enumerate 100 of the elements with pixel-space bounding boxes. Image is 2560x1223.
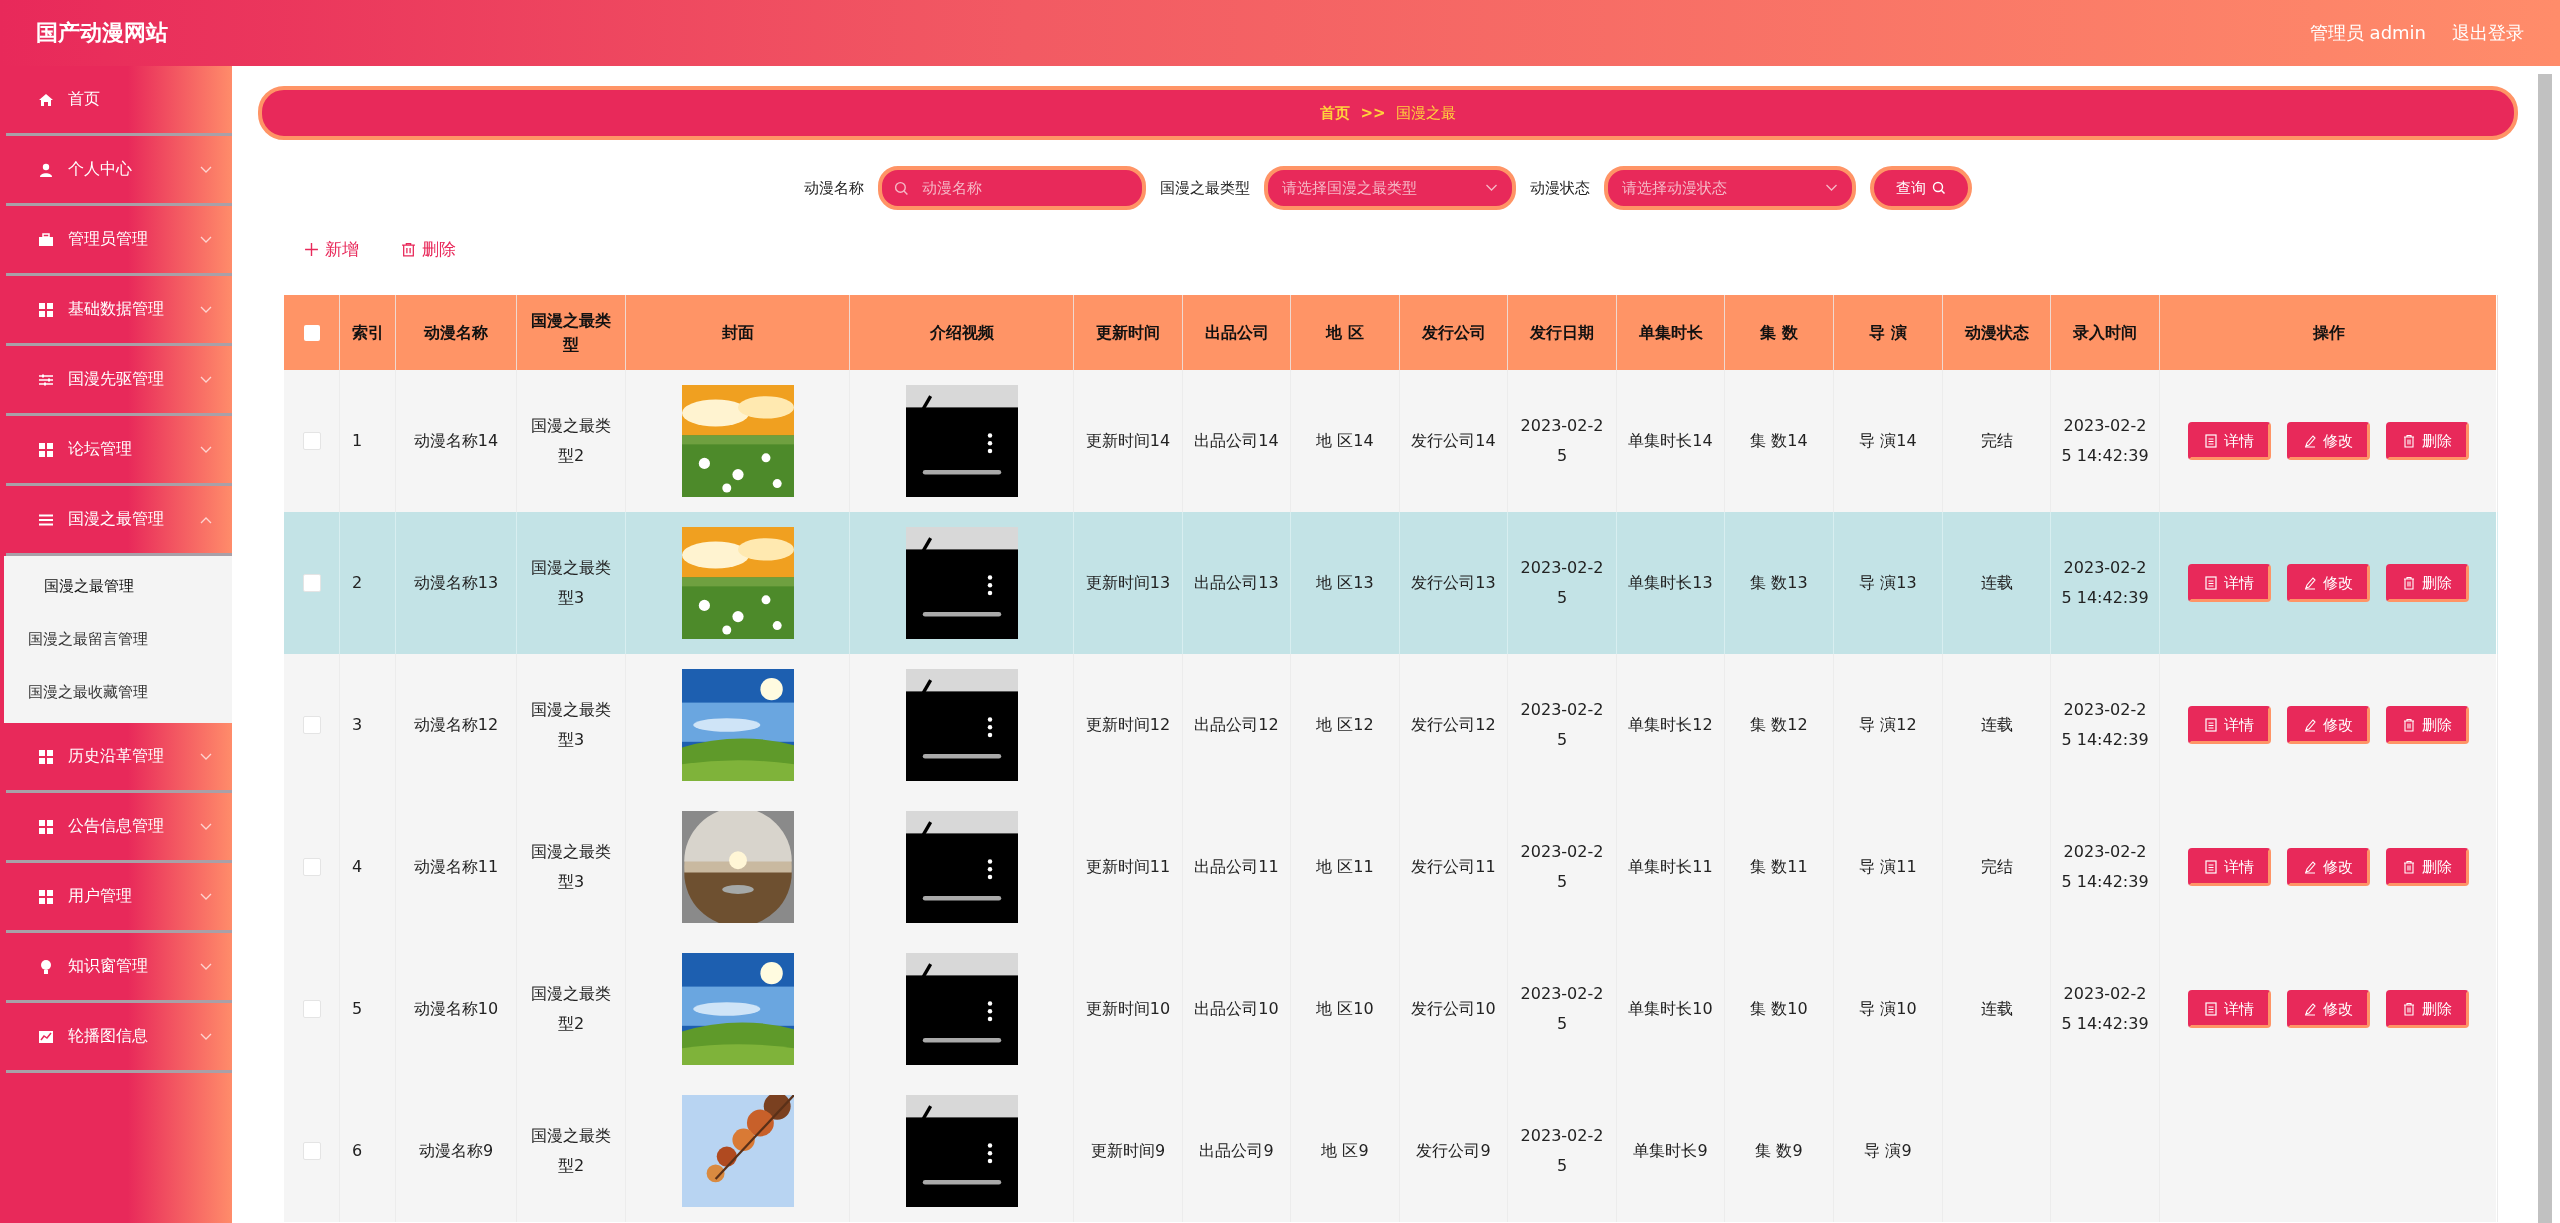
sidebar-item[interactable]: 论坛管理 bbox=[6, 416, 232, 486]
table-cell-text: 3 bbox=[352, 713, 363, 736]
add-button[interactable]: 新增 bbox=[298, 234, 365, 265]
breadcrumb-link[interactable]: 首页 bbox=[1320, 103, 1351, 123]
search-icon bbox=[1932, 181, 1946, 195]
document-icon bbox=[2205, 1002, 2217, 1016]
select-field[interactable]: 请选择国漫之最类型 bbox=[1264, 166, 1516, 210]
pencil-icon bbox=[2304, 718, 2316, 732]
field-label: 动漫名称 bbox=[804, 178, 864, 198]
table-cell-text: 国漫之最类型3 bbox=[530, 840, 612, 893]
submenu-item[interactable]: 国漫之最留言管理 bbox=[4, 613, 232, 666]
sidebar-item[interactable]: 轮播图信息 bbox=[6, 1003, 232, 1073]
table-cell-text: 动漫名称13 bbox=[413, 571, 499, 594]
table-cell-text: 集 数11 bbox=[1750, 855, 1808, 878]
table-cell-text: 2023-02-25 bbox=[1519, 698, 1605, 751]
table-cell-text: 2023-02-25 bbox=[1519, 1124, 1605, 1177]
detail-button[interactable]: 详情 bbox=[2188, 848, 2271, 886]
document-icon bbox=[2205, 860, 2217, 874]
row-checkbox[interactable] bbox=[302, 432, 321, 450]
edit-button[interactable]: 修改 bbox=[2287, 422, 2370, 460]
table-cell-text: 2023-02-25 bbox=[1519, 556, 1605, 609]
table-cell-text: 完结 bbox=[1980, 855, 2013, 878]
table-cell-text: 2023-02-25 bbox=[1519, 982, 1605, 1035]
table-cell-text: 出品公司12 bbox=[1194, 713, 1279, 736]
chevron-icon bbox=[200, 165, 212, 174]
search-field[interactable]: 动漫名称 bbox=[878, 166, 1146, 210]
table-row[interactable]: 5 动漫名称10 国漫之最类型2 更新时间10 出品公司10 地 区10 发行公司10 2023-02-25 单集时长10 集 数10 导 演10 连载 2023-02-25 14:42:39 详情 修改 删除 bbox=[284, 938, 2496, 1080]
sidebar-item[interactable]: 首页 bbox=[6, 66, 232, 136]
select-field[interactable]: 请选择动漫状态 bbox=[1604, 166, 1856, 210]
column-header: 动漫状态 bbox=[1964, 321, 2029, 344]
table-cell-text: 导 演13 bbox=[1859, 571, 1917, 594]
table-cell-text: 出品公司10 bbox=[1194, 997, 1279, 1020]
grid-icon bbox=[38, 301, 54, 318]
table-row[interactable]: 4 动漫名称11 国漫之最类型3 更新时间11 出品公司11 地 区11 发行公司11 2023-02-25 单集时长11 集 数11 导 演11 完结 2023-02-25 14:42:39 详情 修改 删除 bbox=[284, 796, 2496, 938]
query-button[interactable]: 查询 bbox=[1870, 166, 1972, 210]
detail-button[interactable]: 详情 bbox=[2188, 706, 2271, 744]
table-cell-text: 连载 bbox=[1980, 571, 2013, 594]
grid-icon bbox=[38, 441, 54, 458]
detail-button[interactable]: 详情 bbox=[2188, 422, 2271, 460]
field-label: 国漫之最类型 bbox=[1160, 178, 1250, 198]
edit-button[interactable]: 修改 bbox=[2287, 990, 2370, 1028]
edit-button[interactable]: 修改 bbox=[2287, 848, 2370, 886]
logout-link[interactable]: 退出登录 bbox=[2452, 21, 2524, 45]
column-header: 导 演 bbox=[1869, 321, 1907, 344]
chevron-icon bbox=[200, 892, 212, 901]
table-row[interactable]: 2 动漫名称13 国漫之最类型3 更新时间13 出品公司13 地 区13 发行公司13 2023-02-25 单集时长13 集 数13 导 演13 连载 2023-02-25 14:42:39 详情 修改 删除 bbox=[284, 512, 2496, 654]
table-cell-text: 导 演9 bbox=[1864, 1139, 1912, 1162]
sidebar-item[interactable]: 公告信息管理 bbox=[6, 793, 232, 863]
scrollbar[interactable] bbox=[2538, 74, 2552, 1223]
column-header: 发行日期 bbox=[1530, 321, 1594, 344]
field-label: 动漫状态 bbox=[1530, 178, 1590, 198]
delete-button[interactable]: 删除 bbox=[395, 234, 462, 265]
plus-icon bbox=[304, 242, 319, 257]
breadcrumb-current: 国漫之最 bbox=[1395, 103, 1456, 123]
sidebar-item[interactable]: 历史沿革管理 bbox=[6, 723, 232, 793]
table-cell-text: 地 区13 bbox=[1316, 571, 1374, 594]
chevron-icon bbox=[1485, 184, 1498, 192]
delete-button[interactable]: 删除 bbox=[2386, 848, 2469, 886]
table-cell-text: 2023-02-25 14:42:39 bbox=[2060, 982, 2150, 1035]
delete-button[interactable]: 删除 bbox=[2386, 990, 2469, 1028]
sidebar-item[interactable]: 国漫先驱管理 bbox=[6, 346, 232, 416]
detail-button[interactable]: 详情 bbox=[2188, 564, 2271, 602]
column-header: 操作 bbox=[2312, 321, 2345, 344]
case-icon bbox=[38, 231, 54, 248]
detail-button[interactable]: 详情 bbox=[2188, 990, 2271, 1028]
table-row[interactable]: 1 动漫名称14 国漫之最类型2 更新时间14 出品公司14 地 区14 发行公司14 2023-02-25 单集时长14 集 数14 导 演14 完结 2023-02-25 14:42:39 详情 修改 删除 bbox=[284, 370, 2496, 512]
select-all-checkbox[interactable] bbox=[303, 324, 320, 341]
table-cell-text: 4 bbox=[352, 855, 363, 878]
trash-icon bbox=[2403, 434, 2415, 448]
row-checkbox[interactable] bbox=[302, 858, 321, 876]
table-cell-text: 地 区9 bbox=[1321, 1139, 1369, 1162]
edit-button[interactable]: 修改 bbox=[2287, 706, 2370, 744]
sidebar-item[interactable]: 个人中心 bbox=[6, 136, 232, 206]
chart-icon bbox=[38, 1028, 54, 1045]
row-checkbox[interactable] bbox=[302, 574, 321, 592]
row-checkbox[interactable] bbox=[302, 1000, 321, 1018]
grid-icon bbox=[38, 818, 54, 835]
chevron-icon bbox=[200, 1032, 212, 1041]
row-checkbox[interactable] bbox=[302, 716, 321, 734]
edit-button[interactable]: 修改 bbox=[2287, 564, 2370, 602]
table-cell-text: 2023-02-25 14:42:39 bbox=[2060, 556, 2150, 609]
delete-button[interactable]: 删除 bbox=[2386, 564, 2469, 602]
submenu-item[interactable]: 国漫之最收藏管理 bbox=[4, 666, 232, 719]
delete-button[interactable]: 删除 bbox=[2386, 422, 2469, 460]
sidebar-item[interactable]: 基础数据管理 bbox=[6, 276, 232, 346]
row-checkbox[interactable] bbox=[302, 1142, 321, 1160]
table-cell-text: 地 区11 bbox=[1316, 855, 1374, 878]
table-row[interactable]: 6 动漫名称9 国漫之最类型2 更新时间9 出品公司9 地 区9 发行公司9 2023-02-25 单集时长9 集 数9 导 演9 bbox=[284, 1080, 2496, 1222]
chevron-icon bbox=[200, 445, 212, 454]
table-cell-text: 连载 bbox=[1980, 997, 2013, 1020]
table-row[interactable]: 3 动漫名称12 国漫之最类型3 更新时间12 出品公司12 地 区12 发行公司12 2023-02-25 单集时长12 集 数12 导 演12 连载 2023-02-25 14:42:39 详情 修改 删除 bbox=[284, 654, 2496, 796]
sidebar-item[interactable]: 管理员管理 bbox=[6, 206, 232, 276]
chevron-icon bbox=[1825, 184, 1838, 192]
delete-button[interactable]: 删除 bbox=[2386, 706, 2469, 744]
pencil-icon bbox=[2304, 434, 2316, 448]
sidebar-item[interactable]: 用户管理 bbox=[6, 863, 232, 933]
table-cell-text: 完结 bbox=[1980, 429, 2013, 452]
table-cell-text: 6 bbox=[352, 1139, 363, 1162]
sidebar-item[interactable]: 知识窗管理 bbox=[6, 933, 232, 1003]
submenu-item[interactable]: 国漫之最管理 bbox=[4, 560, 232, 613]
